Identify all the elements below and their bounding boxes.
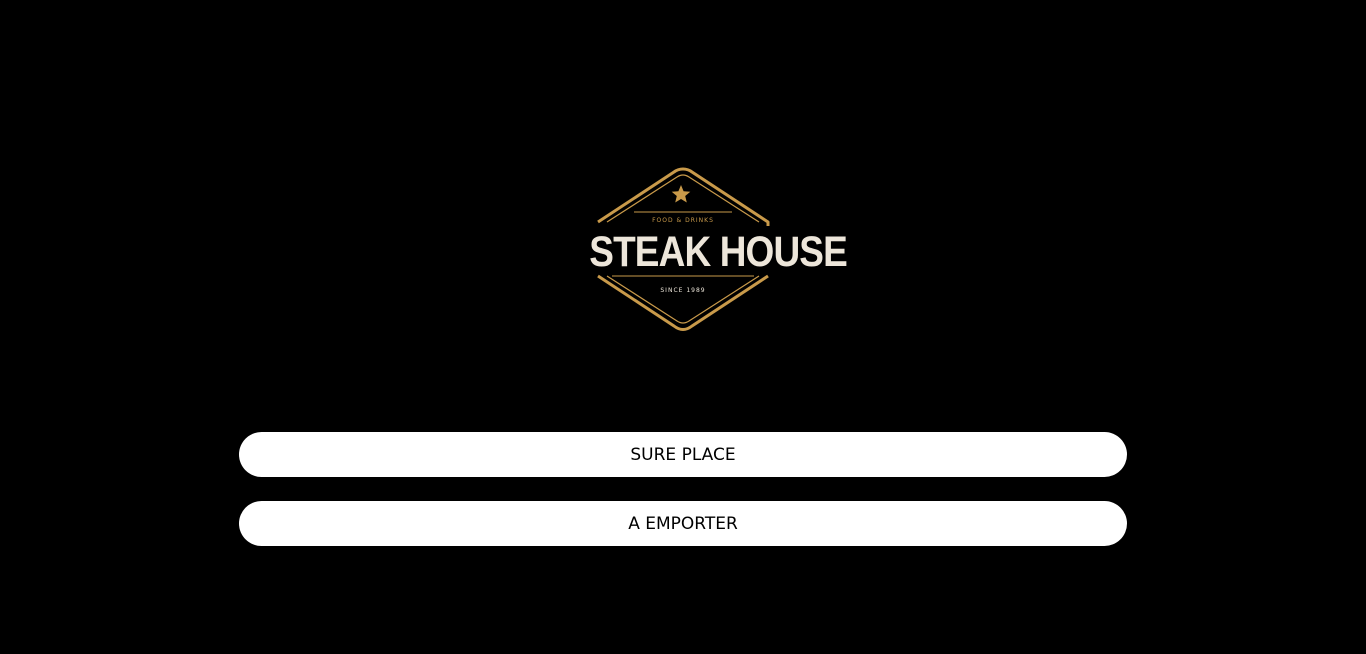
steakhouse-logo: FOOD & DRINKS STEAK HOUSE SINCE 1989 (574, 166, 848, 334)
star-icon (671, 185, 691, 203)
logo-title: STEAK HOUSE (589, 228, 848, 276)
takeaway-button[interactable]: A EMPORTER (239, 501, 1127, 546)
logo-since: SINCE 1989 (660, 287, 706, 294)
order-mode-screen: FOOD & DRINKS STEAK HOUSE SINCE 1989 SUR… (0, 0, 1366, 654)
dine-in-button[interactable]: SURE PLACE (239, 432, 1127, 477)
logo-tagline: FOOD & DRINKS (652, 217, 714, 224)
